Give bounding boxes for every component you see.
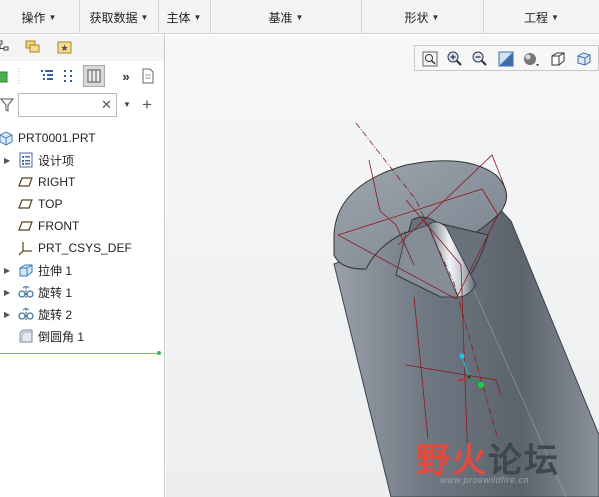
round-icon bbox=[19, 329, 33, 343]
ribbon-group-get-data[interactable]: 获取数据 ▼ bbox=[80, 0, 158, 34]
zoom-in-icon[interactable] bbox=[446, 50, 464, 68]
insert-here-marker[interactable] bbox=[0, 353, 160, 354]
tree-item-label: FRONT bbox=[38, 219, 80, 233]
tree-item-revolve-1[interactable]: ▶ 旋转 1 bbox=[0, 282, 164, 302]
document-icon[interactable] bbox=[139, 67, 157, 85]
refit-icon[interactable] bbox=[421, 50, 439, 68]
dropdown-arrow-icon: ▼ bbox=[140, 12, 149, 22]
navigator-tabs bbox=[0, 35, 164, 61]
insert-marker-handle[interactable] bbox=[157, 351, 161, 355]
view-orientation-icon[interactable] bbox=[575, 50, 593, 68]
design-items-icon bbox=[19, 152, 33, 168]
tree-item-label: PRT0001.PRT bbox=[18, 131, 96, 145]
zoom-out-icon[interactable] bbox=[471, 50, 489, 68]
columns-toggle-button[interactable] bbox=[83, 65, 105, 87]
ribbon-group-label: 操作 bbox=[21, 10, 46, 25]
csys-icon bbox=[18, 242, 32, 256]
ribbon-group-operations[interactable]: 操作 ▼ bbox=[0, 0, 78, 34]
tree-item-label: RIGHT bbox=[38, 175, 76, 189]
expand-arrow-icon[interactable]: ▶ bbox=[4, 266, 12, 275]
search-row: ✕ ▼ + bbox=[0, 92, 164, 120]
dropdown-arrow-icon: ▼ bbox=[193, 12, 202, 22]
tree-item-revolve-2[interactable]: ▶ 旋转 2 bbox=[0, 304, 164, 324]
tree-toolbar: » bbox=[0, 62, 164, 90]
ribbon-group-bar: 操作 ▼ 获取数据 ▼ 主体 ▼ 基准 ▼ 形状 ▼ 工程 ▼ bbox=[0, 0, 599, 34]
tree-item-label: TOP bbox=[38, 197, 63, 211]
ribbon-group-label: 形状 bbox=[404, 10, 429, 25]
expand-arrow-icon[interactable]: ▶ bbox=[4, 288, 12, 297]
ribbon-group-label: 主体 bbox=[166, 10, 191, 25]
ribbon-group-label: 工程 bbox=[524, 10, 549, 25]
model-tree-panel: » ✕ ▼ + PRT0001.PRT ▶ 设计项 RIGHT TOP FRON… bbox=[0, 35, 165, 497]
repaint-icon[interactable] bbox=[497, 50, 515, 68]
graphics-window[interactable]: 野火论坛 www.proewildfire.cn bbox=[166, 35, 599, 497]
dropdown-arrow-icon: ▼ bbox=[431, 12, 440, 22]
tree-item-label: 拉伸 1 bbox=[38, 263, 73, 278]
ribbon-group-body[interactable]: 主体 ▼ bbox=[159, 0, 209, 34]
revolve-icon bbox=[18, 308, 34, 321]
dropdown-arrow-icon: ▼ bbox=[48, 12, 57, 22]
tree-item-label: 倒圆角 1 bbox=[38, 329, 85, 344]
dropdown-arrow-icon: ▼ bbox=[551, 12, 559, 22]
tree-item-label: PRT_CSYS_DEF bbox=[38, 241, 132, 255]
ribbon-group-engineering[interactable]: 工程 ▼ bbox=[484, 0, 599, 34]
watermark: 野火论坛 www.proewildfire.cn bbox=[416, 433, 596, 493]
filter-icon[interactable] bbox=[0, 98, 15, 115]
tree-item-label: 旋转 2 bbox=[38, 307, 73, 322]
tree-root-item[interactable]: PRT0001.PRT bbox=[0, 128, 164, 148]
chevron-down-icon[interactable]: ▼ bbox=[123, 100, 131, 109]
tree-item-label: 设计项 bbox=[38, 153, 75, 168]
tree-item-csys[interactable]: PRT_CSYS_DEF bbox=[0, 238, 164, 258]
datum-plane-icon bbox=[18, 199, 33, 209]
folder-browser-tab[interactable] bbox=[24, 38, 42, 56]
separator bbox=[18, 67, 20, 85]
tree-item-front[interactable]: FRONT bbox=[0, 216, 164, 236]
dropdown-arrow-icon: ▼ bbox=[295, 12, 304, 22]
ribbon-group-label: 基准 bbox=[268, 10, 293, 25]
ribbon-group-datum[interactable]: 基准 ▼ bbox=[211, 0, 361, 34]
graphics-toolbar bbox=[414, 45, 599, 71]
show-icon[interactable] bbox=[60, 67, 78, 85]
clear-search-icon[interactable]: ✕ bbox=[101, 97, 112, 113]
expand-arrow-icon[interactable]: ▶ bbox=[4, 156, 12, 165]
add-icon[interactable]: + bbox=[142, 95, 152, 115]
datum-plane-icon bbox=[18, 221, 33, 231]
revolve-icon bbox=[18, 286, 34, 299]
datum-plane-icon bbox=[18, 177, 33, 187]
model-viewport[interactable] bbox=[166, 35, 599, 497]
tree-item-top[interactable]: TOP bbox=[0, 194, 164, 214]
tree-item-extrude-1[interactable]: ▶ 拉伸 1 bbox=[0, 260, 164, 280]
part-icon bbox=[0, 131, 13, 146]
expand-arrow-icon[interactable]: ▶ bbox=[4, 310, 12, 319]
favorites-tab[interactable] bbox=[56, 38, 74, 56]
tree-item-right[interactable]: RIGHT bbox=[0, 172, 164, 192]
more-icon[interactable]: » bbox=[117, 67, 135, 85]
ribbon-group-label: 获取数据 bbox=[89, 10, 138, 25]
tree-item-round-1[interactable]: 倒圆角 1 bbox=[0, 326, 164, 346]
tree-item-design-items[interactable]: ▶ 设计项 bbox=[0, 150, 164, 170]
tree-settings-icon[interactable] bbox=[38, 67, 56, 85]
display-style-icon[interactable] bbox=[522, 50, 540, 68]
model-tree-tab[interactable] bbox=[0, 38, 14, 56]
watermark-url: www.proewildfire.cn bbox=[440, 475, 530, 485]
ribbon-group-shapes[interactable]: 形状 ▼ bbox=[362, 0, 482, 34]
model-icon[interactable] bbox=[0, 67, 12, 85]
extrude-icon bbox=[19, 264, 33, 277]
saved-views-icon[interactable] bbox=[549, 50, 567, 68]
tree-item-label: 旋转 1 bbox=[38, 285, 73, 300]
